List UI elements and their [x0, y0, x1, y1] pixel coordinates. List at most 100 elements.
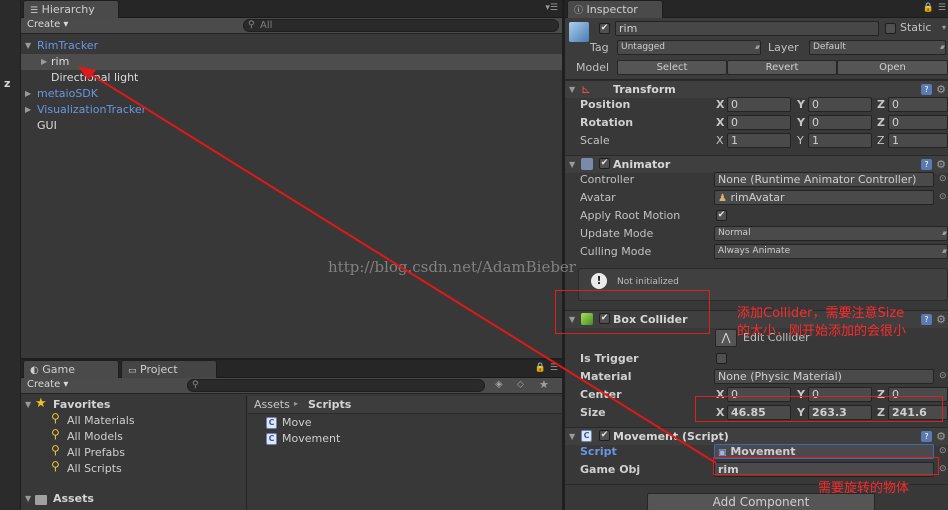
panel-menu-icon[interactable]: ☰: [550, 363, 558, 373]
file-move[interactable]: Move: [282, 416, 312, 429]
tree-item-visualizationtracker[interactable]: ▶ VisualizationTracker: [21, 102, 562, 118]
tree-item-metaiosdk[interactable]: ▶ metaioSDK: [21, 86, 562, 102]
animator-header[interactable]: ▼ ✔ Animator ? ⚙: [565, 155, 948, 173]
transform-title: Transform: [613, 83, 676, 96]
is-trigger-checkbox[interactable]: [716, 353, 727, 364]
favorite-all-models[interactable]: All Models: [67, 430, 123, 443]
collapsed-arrow-icon[interactable]: ▶: [41, 54, 47, 70]
position-z-input[interactable]: 0: [888, 97, 948, 112]
static-dropdown-icon[interactable]: ▾: [942, 23, 946, 32]
breadcrumb-scripts[interactable]: Scripts: [308, 398, 351, 411]
update-mode-dropdown[interactable]: Normal: [714, 226, 948, 241]
scale-y-input[interactable]: 1: [808, 133, 872, 148]
layer-dropdown[interactable]: Default: [809, 40, 946, 55]
help-book-icon[interactable]: ?: [921, 84, 932, 95]
panel-menu-icon[interactable]: ☰: [938, 3, 946, 13]
collapsed-arrow-icon[interactable]: ▶: [25, 86, 31, 102]
filter-type-icon[interactable]: ◈: [495, 379, 503, 390]
rotation-label: Rotation: [580, 116, 634, 129]
edit-collider-button[interactable]: ⋀: [715, 329, 737, 347]
favorites-star-icon: ★: [35, 396, 47, 411]
tree-item-directional-light[interactable]: Directional light: [21, 70, 562, 86]
tree-item-gui[interactable]: GUI: [21, 118, 562, 134]
gear-icon[interactable]: ⚙: [936, 83, 946, 96]
object-picker-icon[interactable]: ⊙: [939, 371, 947, 381]
lock-icon[interactable]: 🔒: [535, 363, 546, 373]
search-icon: ⚲: [248, 20, 255, 30]
folder-icon: [35, 495, 47, 505]
axis-y-label: Y: [797, 98, 805, 111]
expanded-arrow-icon[interactable]: ▼: [25, 38, 31, 54]
rotation-z-input[interactable]: 0: [888, 115, 948, 130]
favorite-all-scripts[interactable]: All Scripts: [67, 462, 122, 475]
model-open-button[interactable]: Open: [837, 60, 948, 75]
gear-icon[interactable]: ⚙: [936, 313, 946, 326]
static-checkbox[interactable]: [885, 23, 896, 34]
expanded-arrow-icon[interactable]: ▼: [569, 160, 575, 169]
hierarchy-search-input[interactable]: ⚲ All: [243, 19, 559, 32]
gear-icon[interactable]: ⚙: [936, 158, 946, 171]
material-field[interactable]: None (Physic Material): [714, 369, 934, 384]
expanded-arrow-icon[interactable]: ▼: [25, 400, 31, 409]
tab-game[interactable]: ◐ Game: [23, 360, 119, 378]
tab-hierarchy-label: Hierarchy: [41, 3, 95, 16]
tree-item-label: GUI: [37, 119, 57, 132]
expanded-arrow-icon[interactable]: ▼: [569, 85, 575, 94]
hierarchy-create-button[interactable]: Create ▾: [27, 19, 68, 30]
animator-enabled-checkbox[interactable]: ✔: [599, 158, 610, 169]
rotation-x-input[interactable]: 0: [727, 115, 791, 130]
help-book-icon[interactable]: ?: [921, 431, 932, 442]
tab-project-label: Project: [140, 363, 178, 376]
tree-item-label: rim: [51, 55, 70, 68]
model-select-button[interactable]: Select: [617, 60, 727, 75]
movement-script-header[interactable]: ▼ C ✔ Movement (Script) ? ⚙: [565, 427, 948, 445]
expanded-arrow-icon[interactable]: ▼: [25, 494, 31, 503]
project-create-button[interactable]: Create ▾: [27, 379, 68, 390]
favorite-all-materials[interactable]: All Materials: [67, 414, 135, 427]
favorite-all-prefabs[interactable]: All Prefabs: [67, 446, 125, 459]
hierarchy-toolbar: Create ▾ ⚲ All: [21, 18, 562, 34]
position-x-input[interactable]: 0: [727, 97, 791, 112]
expanded-arrow-icon[interactable]: ▼: [569, 432, 575, 441]
help-book-icon[interactable]: ?: [921, 314, 932, 325]
search-icon: ⚲: [192, 380, 199, 390]
tree-item-rimtracker[interactable]: ▼ RimTracker: [21, 38, 562, 54]
position-y-input[interactable]: 0: [808, 97, 872, 112]
breadcrumb-assets[interactable]: Assets: [254, 398, 290, 411]
panel-menu-icon[interactable]: ▾☰: [545, 3, 558, 13]
object-picker-icon[interactable]: ⊙: [939, 174, 947, 184]
help-book-icon[interactable]: ?: [921, 159, 932, 170]
object-picker-icon[interactable]: ⊙: [939, 464, 947, 474]
scale-x-input[interactable]: 1: [727, 133, 791, 148]
file-movement[interactable]: Movement: [282, 432, 340, 445]
object-picker-icon[interactable]: ⊙: [939, 446, 947, 456]
movement-enabled-checkbox[interactable]: ✔: [599, 430, 610, 441]
assets-folder-label[interactable]: Assets: [53, 492, 94, 505]
active-checkbox[interactable]: ✔: [599, 23, 610, 34]
edit-shape-icon: ⋀: [721, 331, 731, 344]
tab-hierarchy[interactable]: ☰ Hierarchy: [23, 0, 119, 18]
lock-icon[interactable]: 🔒: [923, 3, 934, 13]
tab-project[interactable]: ▭ Project: [121, 360, 217, 378]
transform-header[interactable]: ▼ ⊾ Transform ? ⚙: [565, 80, 948, 98]
tree-item-rim[interactable]: ▶ rim: [21, 54, 562, 70]
scale-label: Scale: [580, 134, 610, 147]
favorite-star-icon[interactable]: ★: [539, 378, 549, 391]
controller-field[interactable]: None (Runtime Animator Controller): [714, 172, 934, 187]
object-name-input[interactable]: rim: [615, 21, 879, 36]
tag-dropdown[interactable]: Untagged: [617, 40, 761, 55]
tab-inspector[interactable]: ⓘ Inspector: [567, 0, 663, 18]
search-icon: ⚲: [51, 443, 60, 457]
collapsed-arrow-icon[interactable]: ▶: [25, 102, 31, 118]
model-revert-button[interactable]: Revert: [727, 60, 837, 75]
scale-z-input[interactable]: 1: [888, 133, 948, 148]
rotation-y-input[interactable]: 0: [808, 115, 872, 130]
project-search-input[interactable]: ⚲: [187, 379, 485, 392]
object-picker-icon[interactable]: ⊙: [939, 192, 947, 202]
apply-root-motion-checkbox[interactable]: ✔: [716, 210, 727, 221]
size-highlight: [695, 396, 943, 422]
avatar-field[interactable]: ♟ rimAvatar: [714, 190, 934, 205]
gear-icon[interactable]: ⚙: [936, 430, 946, 443]
culling-mode-dropdown[interactable]: Always Animate: [714, 244, 948, 259]
filter-label-icon[interactable]: ⬦: [517, 379, 524, 390]
